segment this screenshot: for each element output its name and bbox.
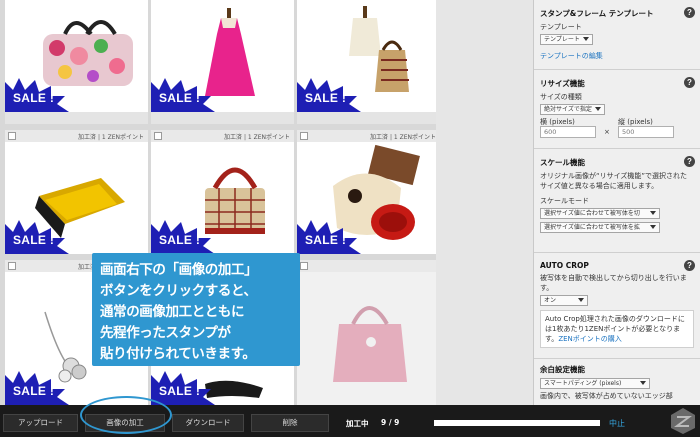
select-checkbox[interactable] [154,132,162,140]
image-card[interactable]: SALE ! [297,0,436,124]
height-input[interactable]: 500 [618,126,674,138]
scale-description: オリジナル画像が“リサイズ機能”で選択されたサイズ値と異なる場合に適用します。 [540,172,688,190]
sale-label: SALE ! [13,233,55,247]
select-checkbox[interactable] [300,262,308,270]
select-checkbox[interactable] [8,262,16,270]
progress-bar [434,420,600,426]
sale-label: SALE ! [13,91,55,105]
image-card[interactable]: SALE ! [151,0,294,124]
section-title: AUTO CROP [540,261,589,270]
annotation-callout: 画面右下の「画像の加工」 ボタンをクリックすると、 通常の画像加工とともに 先程… [92,253,300,366]
status-label: 加工済 [224,134,243,141]
delete-button[interactable]: 削除 [251,414,329,432]
padding-select[interactable]: スマートパディング (pixels) [540,378,650,389]
select-checkbox[interactable] [8,132,16,140]
image-card[interactable]: 加工済 | 1 ZENポイント SALE ! [5,130,148,254]
autocrop-section: AUTO CROP ? 被写体を自動で検出してから切り出しを行います。 オン A… [534,253,700,359]
template-label: テンプレート [540,23,582,31]
scale-mode-select-2[interactable]: 選択サイズ値に合わせて被写体を拡 [540,222,660,233]
callout-line: 先程作ったスタンプが [100,325,231,341]
watermark-logo-icon [671,408,695,434]
help-icon[interactable]: ? [684,7,695,18]
autocrop-note: Auto Crop処理された画像のダウンロードには1枚あたり1ZENポイントが必… [540,310,694,348]
resize-section: リサイズ機能 ? サイズの種類 絶対サイズで指定 横 (pixels) 縦 (p… [534,70,700,149]
times-sign: × [604,128,610,136]
processing-overlay [297,272,436,405]
callout-line: 貼り付けられていきます。 [100,346,256,362]
section-title: リサイズ機能 [540,79,585,88]
image-card[interactable]: 加工済 | 1 ZENポイント SALE ! [151,130,294,254]
app-window: SALE ! SALE ! SALE ! 加工済 | 1 ZENポイント SAL… [0,0,700,437]
status-label: 加工済 [78,134,97,141]
section-title: 余白設定機能 [540,365,585,374]
sale-stamp: SALE ! [151,220,215,254]
callout-line: ボタンをクリックすると、 [100,283,257,299]
status-label: 加工済 [370,134,389,141]
section-title: スタンプ&フレーム テンプレート [540,9,654,18]
sale-stamp: SALE ! [5,220,69,254]
highlight-circle [80,396,172,434]
autocrop-select[interactable]: オン [540,295,588,306]
processing-label: 加工中 [346,419,369,428]
sale-stamp: SALE ! [151,78,215,112]
select-checkbox[interactable] [300,132,308,140]
sale-label: SALE ! [13,384,55,398]
points-label: 1 ZENポイント [247,134,290,141]
sale-label: SALE ! [305,233,347,247]
sale-stamp: SALE ! [297,78,361,112]
image-card-processing[interactable] [297,260,436,405]
help-icon[interactable]: ? [684,77,695,88]
help-icon[interactable]: ? [684,260,695,271]
section-title: スケール機能 [540,158,585,167]
sale-stamp: SALE ! [5,371,69,405]
callout-line: 画面右下の「画像の加工」 [100,262,258,278]
points-label: 1 ZENポイント [101,134,144,141]
sale-label: SALE ! [159,233,201,247]
callout-line: 通常の画像加工とともに [100,304,245,320]
sale-stamp: SALE ! [151,371,215,405]
autocrop-description: 被写体を自動で検出してから切り出しを行います。 [540,274,687,292]
width-input[interactable]: 600 [540,126,596,138]
upload-button[interactable]: アップロード [3,414,78,432]
size-kind-label: サイズの種類 [540,93,582,101]
sale-label: SALE ! [159,91,201,105]
template-edit-link[interactable]: テンプレートの編集 [540,51,694,61]
margin-section: 余白設定機能 スマートパディング (pixels) 画像内で、被写体が占めていな… [534,359,700,405]
margin-description: 画像内で、被写体が占めていないエッジ部 [540,392,673,400]
scale-mode-label: スケールモード [540,197,589,205]
image-card[interactable]: 加工済 | 1 ZENポイント SALE ! [297,130,436,254]
stop-button[interactable]: 中止 [609,418,625,429]
image-card[interactable]: SALE ! [5,0,148,124]
help-icon[interactable]: ? [684,156,695,167]
sale-stamp: SALE ! [5,78,69,112]
sale-label: SALE ! [159,384,201,398]
sale-stamp: SALE ! [297,220,361,254]
download-button[interactable]: ダウンロード [172,414,244,432]
scale-mode-select-1[interactable]: 選択サイズ値に合わせて被写体を切 [540,208,660,219]
points-label: 1 ZENポイント [393,134,436,141]
processing-count: 9 / 9 [381,418,400,427]
settings-sidebar: スタンプ&フレーム テンプレート ? テンプレート テンプレート テンプレートの… [533,0,700,405]
stamp-frame-section: スタンプ&フレーム テンプレート ? テンプレート テンプレート テンプレートの… [534,0,700,70]
scale-section: スケール機能 ? オリジナル画像が“リサイズ機能”で選択されたサイズ値と異なる場… [534,149,700,253]
buy-points-link[interactable]: ZENポイントの購入 [558,335,621,343]
progress-fill [434,420,600,426]
sale-label: SALE ! [305,91,347,105]
template-select[interactable]: テンプレート [540,34,593,45]
size-kind-select[interactable]: 絶対サイズで指定 [540,104,605,115]
